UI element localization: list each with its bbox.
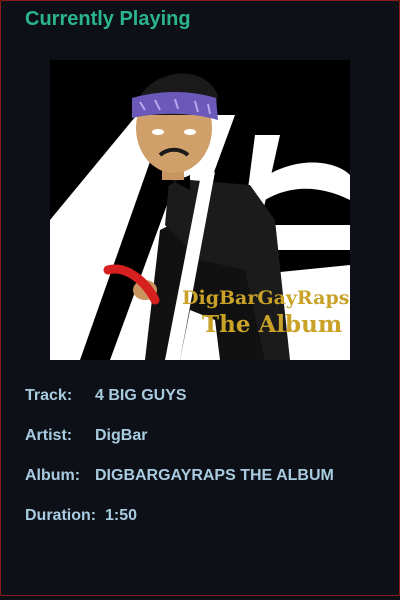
duration-value: 1:50 [105, 507, 138, 524]
duration-row: Duration: 1:50 [25, 507, 137, 525]
track-value: 4 BIG GUYS [95, 387, 187, 404]
track-label: Track: [25, 387, 73, 404]
album-cover-art: DigBarGayRaps The Album [50, 60, 350, 360]
album-label: Album: [25, 467, 81, 484]
page-title: Currently Playing [25, 8, 191, 30]
album-art-title-line1: DigBarGayRaps [182, 287, 349, 309]
album-row: Album: DIGBARGAYRAPS THE ALBUM [25, 467, 334, 485]
artist-row: Artist: DigBar [25, 427, 147, 445]
album-art-title-line2: The Album [202, 311, 342, 338]
now-playing-panel: Currently Playing DigBarGayRaps The Albu… [0, 0, 400, 596]
artist-label: Artist: [25, 427, 73, 444]
album-value: DIGBARGAYRAPS THE ALBUM [95, 467, 334, 484]
artist-value: DigBar [95, 427, 148, 444]
track-row: Track: 4 BIG GUYS [25, 387, 187, 405]
duration-label: Duration: [25, 507, 97, 524]
